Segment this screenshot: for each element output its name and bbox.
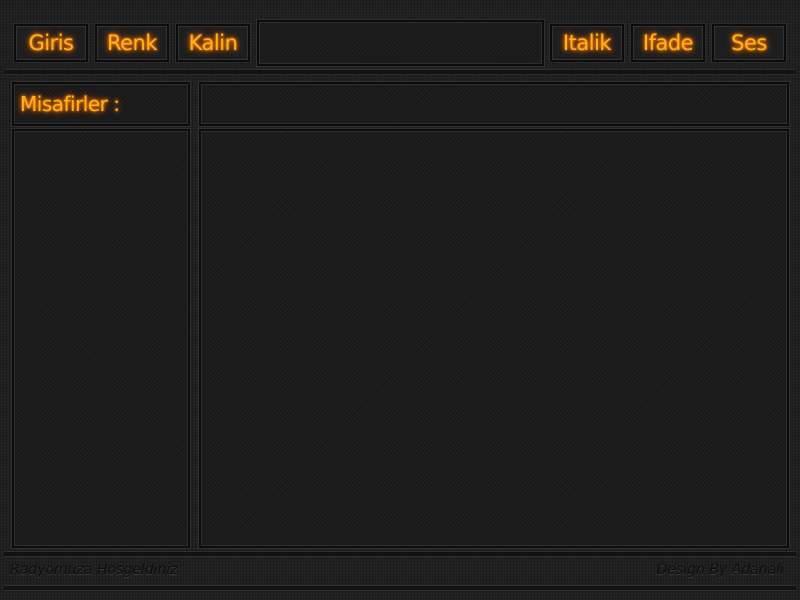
italic-button-label: Italik [562,31,612,55]
message-input[interactable] [257,20,544,66]
color-button-label: Renk [106,31,158,55]
italic-button[interactable]: Italik [550,24,624,62]
guest-list[interactable] [12,129,190,548]
welcome-text: Radyomuza Hosgeldiniz [10,562,178,578]
footer-divider [4,551,796,557]
emoticon-button[interactable]: Ifade [631,24,705,62]
bold-button[interactable]: Kalin [176,24,250,62]
bottom-divider [4,585,796,591]
guests-label: Misafirler : [20,92,120,116]
color-button[interactable]: Renk [95,24,169,62]
bold-button-label: Kalin [188,31,238,55]
chat-area[interactable] [199,129,789,548]
topic-bar [199,82,789,126]
guests-header: Misafirler : [12,82,190,126]
radio-chat-window: Giris Renk Kalin Italik Ifade Ses Misafi… [0,0,800,600]
emoticon-button-label: Ifade [642,31,694,55]
designer-credit: Design By Adanali [656,562,784,578]
login-button-label: Giris [28,31,74,55]
sound-button-label: Ses [731,31,767,55]
login-button[interactable]: Giris [14,24,88,62]
toolbar-divider [4,69,796,75]
sound-button[interactable]: Ses [712,24,786,62]
